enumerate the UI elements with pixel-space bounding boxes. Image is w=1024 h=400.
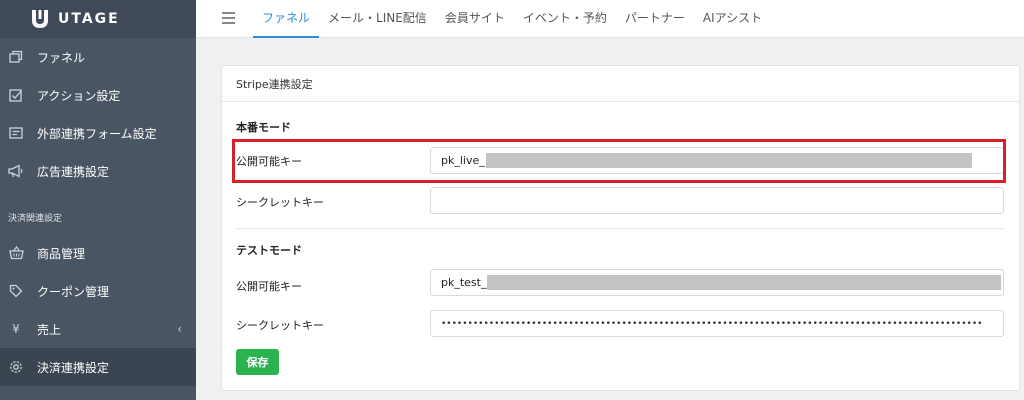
- tag-icon: [8, 283, 24, 299]
- sidebar-item-payment-integration[interactable]: 決済連携設定: [0, 348, 196, 386]
- sidebar: UTAGE ファネル アクション設定 外部連携フォーム設定 広告連携設定 決済関…: [0, 0, 196, 400]
- sidebar-item-label: 決済連携設定: [37, 360, 110, 375]
- basket-icon: [8, 245, 24, 261]
- sidebar-item-action-settings[interactable]: アクション設定: [0, 76, 196, 114]
- form-icon: [8, 125, 24, 141]
- app-name: UTAGE: [58, 11, 120, 27]
- test-secret-key-input[interactable]: ••••••••••••••••••••••••••••••••••••••••…: [430, 310, 1004, 337]
- sidebar-item-label: 外部連携フォーム設定: [37, 126, 157, 141]
- chevron-left-icon: ‹: [177, 322, 182, 336]
- hamburger-menu-icon[interactable]: [222, 12, 235, 24]
- sidebar-item-external-form[interactable]: 外部連携フォーム設定: [0, 114, 196, 152]
- sidebar-item-label: 商品管理: [37, 246, 86, 261]
- top-tabs: ファネル メール・LINE配信 会員サイト イベント・予約 パートナー AIアシ…: [253, 0, 771, 38]
- live-mode-heading: 本番モード: [236, 121, 291, 134]
- test-secret-key-label: シークレットキー: [236, 319, 324, 332]
- tab-funnel[interactable]: ファネル: [253, 0, 320, 38]
- highlight-box: [232, 139, 1006, 183]
- yen-icon: ¥: [12, 322, 20, 336]
- sidebar-item-coupons[interactable]: クーポン管理: [0, 272, 196, 310]
- sidebar-item-label: アクション設定: [37, 88, 121, 103]
- sidebar-item-products[interactable]: 商品管理: [0, 234, 196, 272]
- sidebar-item-label: クーポン管理: [37, 284, 110, 299]
- test-public-key-input[interactable]: pk_test_: [430, 269, 1004, 296]
- top-navigation: ファネル メール・LINE配信 会員サイト イベント・予約 パートナー AIアシ…: [196, 0, 1024, 38]
- checkbox-icon: [8, 87, 24, 103]
- test-secret-key-value: ••••••••••••••••••••••••••••••••••••••••…: [441, 318, 983, 329]
- sidebar-item-label: 広告連携設定: [37, 164, 110, 179]
- test-mode-heading: テストモード: [236, 244, 302, 257]
- sidebar-item-label: 売上: [37, 322, 62, 337]
- megaphone-icon: [8, 163, 24, 179]
- sidebar-item-sales[interactable]: ¥ 売上 ‹: [0, 310, 196, 348]
- sidebar-item-label: ファネル: [37, 50, 86, 65]
- app-logo[interactable]: UTAGE: [0, 0, 196, 38]
- funnel-icon: [8, 49, 24, 65]
- tab-partner[interactable]: パートナー: [616, 0, 694, 38]
- live-secret-key-input[interactable]: [430, 187, 1004, 214]
- sidebar-item-funnel[interactable]: ファネル: [0, 38, 196, 76]
- sidebar-item-ad-integration[interactable]: 広告連携設定: [0, 152, 196, 190]
- sidebar-section-payment: 決済関連設定: [8, 214, 63, 224]
- tab-member-site[interactable]: 会員サイト: [436, 0, 514, 38]
- test-public-key-label: 公開可能キー: [236, 280, 302, 293]
- tab-ai-assist[interactable]: AIアシスト: [694, 0, 771, 38]
- live-secret-key-label: シークレットキー: [236, 196, 324, 209]
- save-button[interactable]: 保存: [236, 349, 279, 375]
- stripe-settings-card: Stripe連携設定 本番モード 公開可能キー pk_live_ シークレットキ…: [221, 65, 1020, 391]
- test-public-key-value: pk_test_: [441, 276, 487, 289]
- tab-events[interactable]: イベント・予約: [514, 0, 616, 38]
- tab-mail-line[interactable]: メール・LINE配信: [319, 0, 436, 38]
- card-title: Stripe連携設定: [222, 66, 1019, 102]
- gear-icon: [8, 359, 24, 375]
- redacted-block: [487, 275, 1002, 290]
- utage-logo-icon: [32, 10, 48, 28]
- section-divider: [236, 228, 1004, 229]
